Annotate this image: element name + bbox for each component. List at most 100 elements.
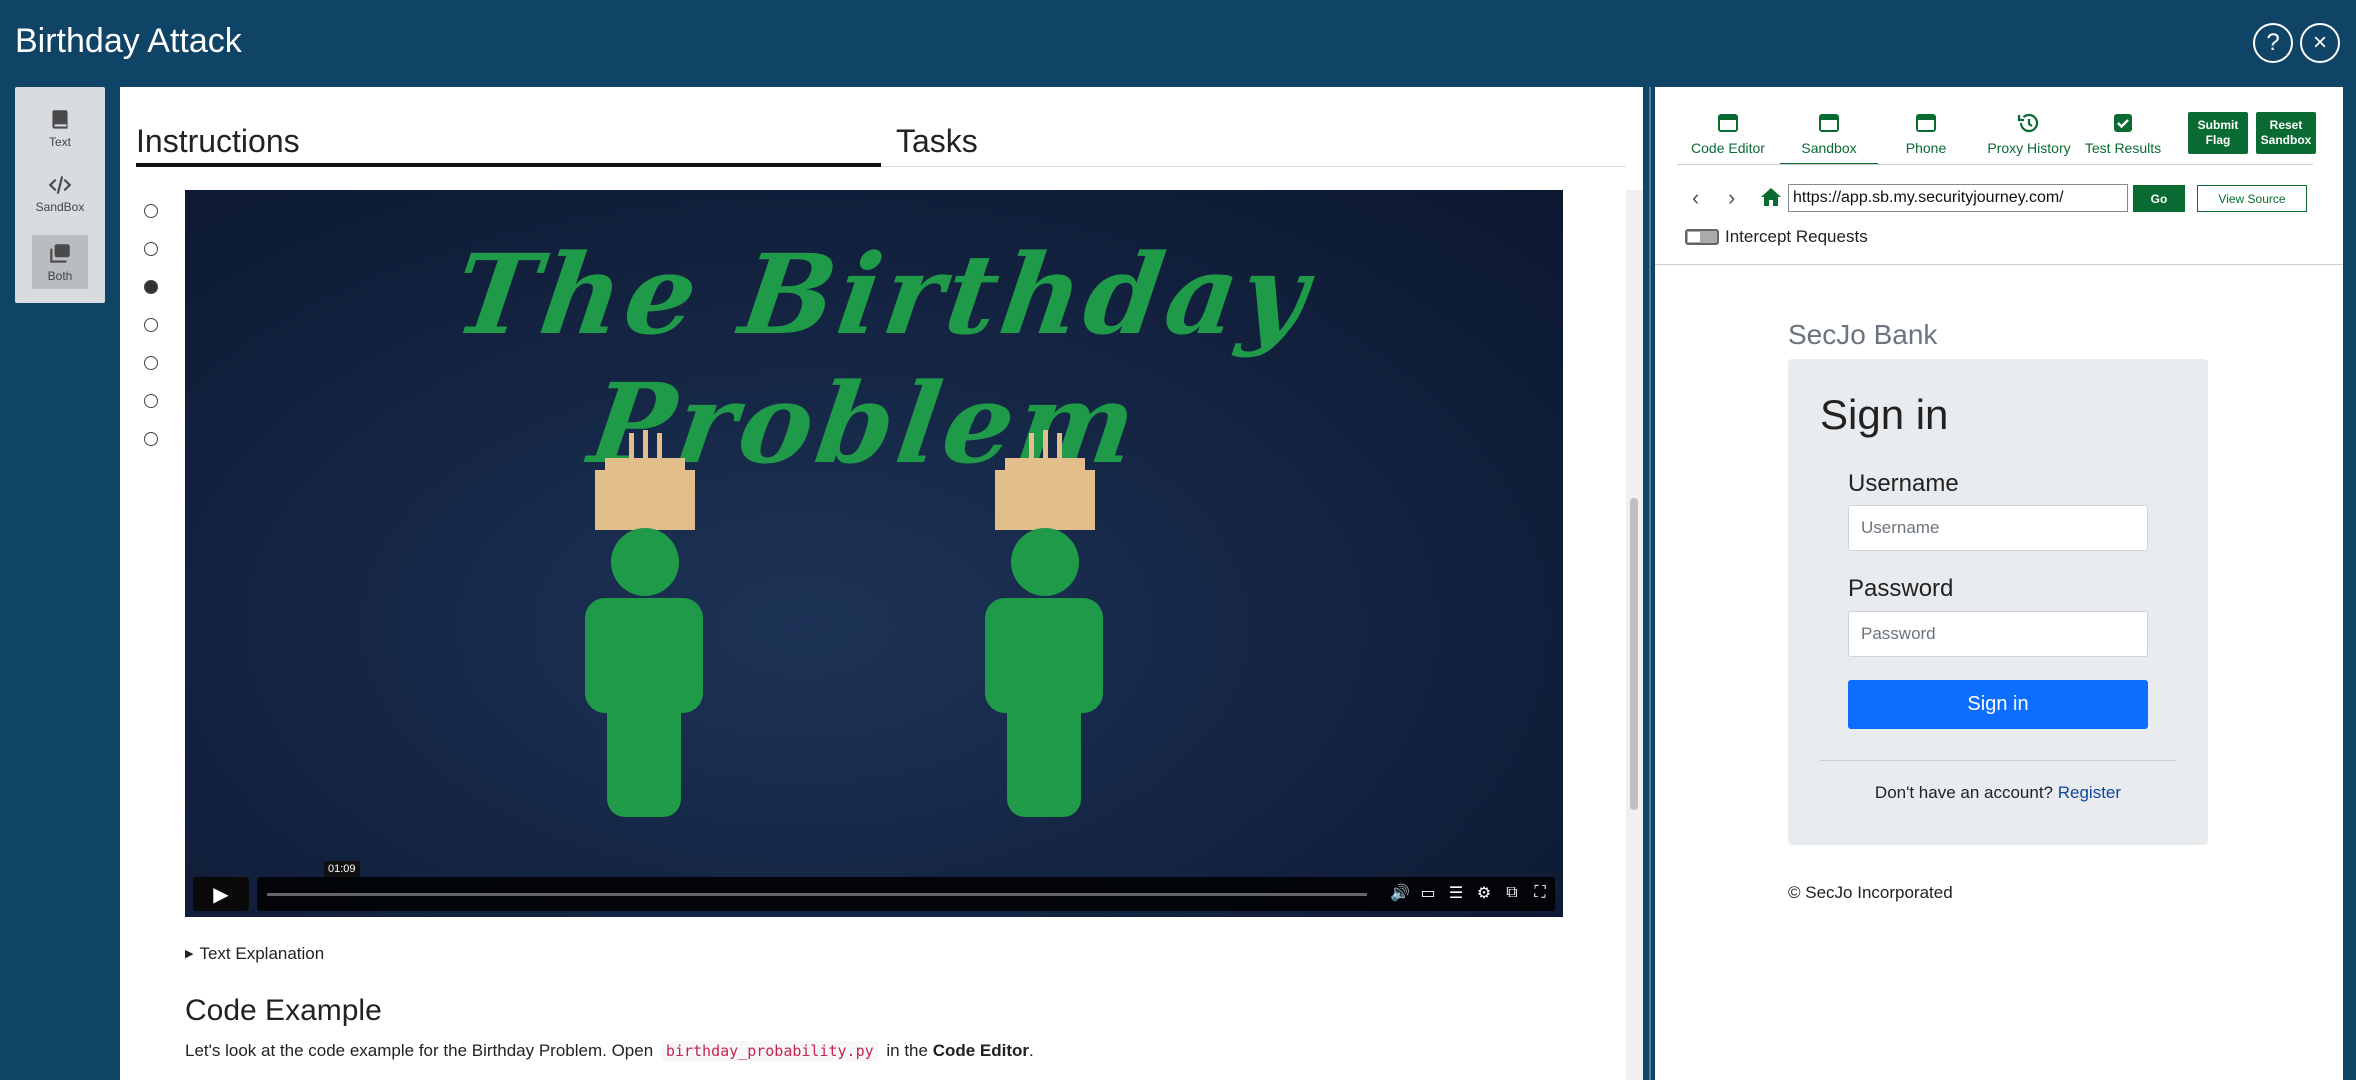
video-controls: ▶ 01:09 🔊 ▭ ☰ ⚙ ⧉ ⛶: [193, 861, 1555, 911]
mode-text-label: Text: [48, 135, 71, 149]
no-account-text: Don't have an account?: [1874, 783, 2054, 802]
tabs-divider: [1677, 164, 2313, 165]
password-label: Password: [1848, 575, 1954, 602]
card-divider: [1820, 760, 2176, 761]
birthday-cake-icon: [995, 430, 1095, 530]
tab-tasks[interactable]: Tasks: [896, 117, 1196, 167]
video-progress-bar[interactable]: [267, 893, 1367, 896]
play-icon: ▶: [213, 883, 229, 906]
mode-sandbox-label: SandBox: [35, 200, 85, 214]
fullscreen-icon[interactable]: ⛶: [1531, 883, 1549, 903]
mode-both-button[interactable]: Both: [32, 235, 88, 289]
step-dot[interactable]: [144, 394, 158, 408]
copyright-text: © SecJo Incorporated: [1788, 883, 1953, 902]
code-example-paragraph: Let's look at the code example for the B…: [185, 1041, 1034, 1061]
scrollbar-thumb[interactable]: [1630, 498, 1638, 810]
play-button[interactable]: ▶: [193, 877, 249, 911]
disclosure-triangle-icon: ▶: [185, 948, 194, 960]
code-example-heading: Code Example: [185, 994, 382, 1027]
time-tooltip: 01:09: [324, 861, 360, 877]
settings-gear-icon[interactable]: ⚙: [1475, 883, 1493, 903]
person-icon: [985, 528, 1103, 817]
transcript-icon[interactable]: ☰: [1447, 883, 1465, 903]
window-icon: [1819, 114, 1839, 132]
window-icon: [1718, 114, 1738, 132]
step-dot[interactable]: [144, 204, 158, 218]
tab-proxy-history-label: Proxy History: [1987, 140, 2071, 156]
tab-test-results-label: Test Results: [2084, 140, 2162, 156]
view-source-button[interactable]: View Source: [2197, 185, 2307, 212]
tab-code-editor-label: Code Editor: [1691, 140, 1765, 156]
view-mode-rail: Text SandBox Both: [15, 87, 105, 303]
reset-sandbox-button[interactable]: Reset Sandbox: [2256, 112, 2316, 154]
book-icon: [52, 110, 68, 129]
intercept-label: Intercept Requests: [1725, 227, 1868, 246]
code-icon: [48, 176, 72, 194]
tab-sandbox[interactable]: Sandbox: [1780, 111, 1878, 165]
captions-icon[interactable]: ▭: [1419, 883, 1437, 903]
code-editor-ref: Code Editor: [932, 1041, 1030, 1060]
bank-name: SecJo Bank: [1788, 319, 1938, 350]
window-icon: [1916, 114, 1936, 132]
home-icon[interactable]: [1759, 185, 1783, 209]
password-input[interactable]: [1848, 611, 2148, 657]
video-control-icons: 🔊 ▭ ☰ ⚙ ⧉ ⛶: [1390, 883, 1549, 903]
tab-instructions[interactable]: Instructions: [136, 117, 881, 167]
step-dot[interactable]: [144, 432, 158, 446]
back-chevron-icon[interactable]: ‹: [1692, 185, 1699, 211]
tab-test-results[interactable]: Test Results: [2076, 111, 2170, 165]
code-filename: birthday_probability.py: [661, 1041, 878, 1061]
check-box-icon: [2114, 114, 2132, 132]
birthday-cake-icon: [595, 430, 695, 530]
volume-icon[interactable]: 🔊: [1390, 883, 1410, 903]
go-button[interactable]: Go: [2133, 185, 2185, 212]
submit-flag-button[interactable]: Submit Flag: [2188, 112, 2248, 154]
tab-phone[interactable]: Phone: [1881, 111, 1971, 165]
signin-button[interactable]: Sign in: [1848, 680, 2148, 729]
video-player[interactable]: The Birthday Problem ▶ 01:09 🔊 ▭ ☰ ⚙ ⧉ ⛶: [185, 190, 1563, 917]
code-para-after: .: [1029, 1041, 1034, 1060]
tab-phone-label: Phone: [1905, 140, 1947, 156]
app-title: Birthday Attack: [15, 22, 242, 60]
close-icon: ×: [2312, 29, 2327, 56]
help-button[interactable]: ?: [2253, 23, 2293, 63]
signin-title: Sign in: [1820, 391, 1949, 438]
code-para-before: Let's look at the code example for the B…: [185, 1041, 654, 1060]
username-label: Username: [1848, 470, 1959, 497]
mode-both-label: Both: [47, 269, 73, 283]
text-explanation-label: Text Explanation: [199, 944, 325, 963]
instructions-panel: Instructions Tasks The Birthday Problem: [120, 87, 1643, 1080]
forward-chevron-icon[interactable]: ›: [1728, 185, 1735, 211]
video-control-bar: 01:09 🔊 ▭ ☰ ⚙ ⧉ ⛶: [257, 861, 1555, 911]
video-title: The Birthday Problem: [447, 230, 1319, 488]
step-dot-active[interactable]: [144, 280, 158, 294]
person-with-cake-illustration: [985, 430, 1103, 817]
mode-sandbox-button[interactable]: SandBox: [32, 166, 88, 220]
help-icon: ?: [2266, 29, 2280, 56]
register-link[interactable]: Register: [2058, 783, 2121, 802]
step-dot[interactable]: [144, 356, 158, 370]
sandbox-panel: Code Editor Sandbox Phone Proxy History …: [1655, 87, 2343, 1080]
text-explanation-toggle[interactable]: ▶ Text Explanation: [185, 944, 324, 964]
username-input[interactable]: [1848, 505, 2148, 551]
close-button[interactable]: ×: [2300, 23, 2340, 63]
url-input[interactable]: [1788, 184, 2128, 212]
picture-in-picture-icon[interactable]: ⧉: [1503, 883, 1521, 903]
instructions-scrollbar[interactable]: [1626, 190, 1643, 1080]
toggle-knob: [1688, 232, 1700, 242]
code-para-middle: in the: [886, 1041, 928, 1060]
signin-card: Sign in Username Password Sign in Don't …: [1788, 359, 2208, 845]
instruction-tabs: Instructions Tasks: [136, 117, 1626, 167]
register-row: Don't have an account? Register: [1788, 783, 2208, 803]
person-icon: [585, 528, 703, 817]
step-dot[interactable]: [144, 242, 158, 256]
panel-divider-line: [1649, 87, 1651, 1080]
stacked-copies-icon: [50, 244, 70, 263]
tab-code-editor[interactable]: Code Editor: [1683, 111, 1773, 165]
step-dot[interactable]: [144, 318, 158, 332]
person-with-cake-illustration: [585, 430, 703, 817]
tab-proxy-history[interactable]: Proxy History: [1973, 111, 2085, 165]
mode-text-button[interactable]: Text: [32, 101, 88, 155]
intercept-toggle[interactable]: [1685, 229, 1719, 245]
browser-toolbar-divider: [1655, 264, 2343, 265]
